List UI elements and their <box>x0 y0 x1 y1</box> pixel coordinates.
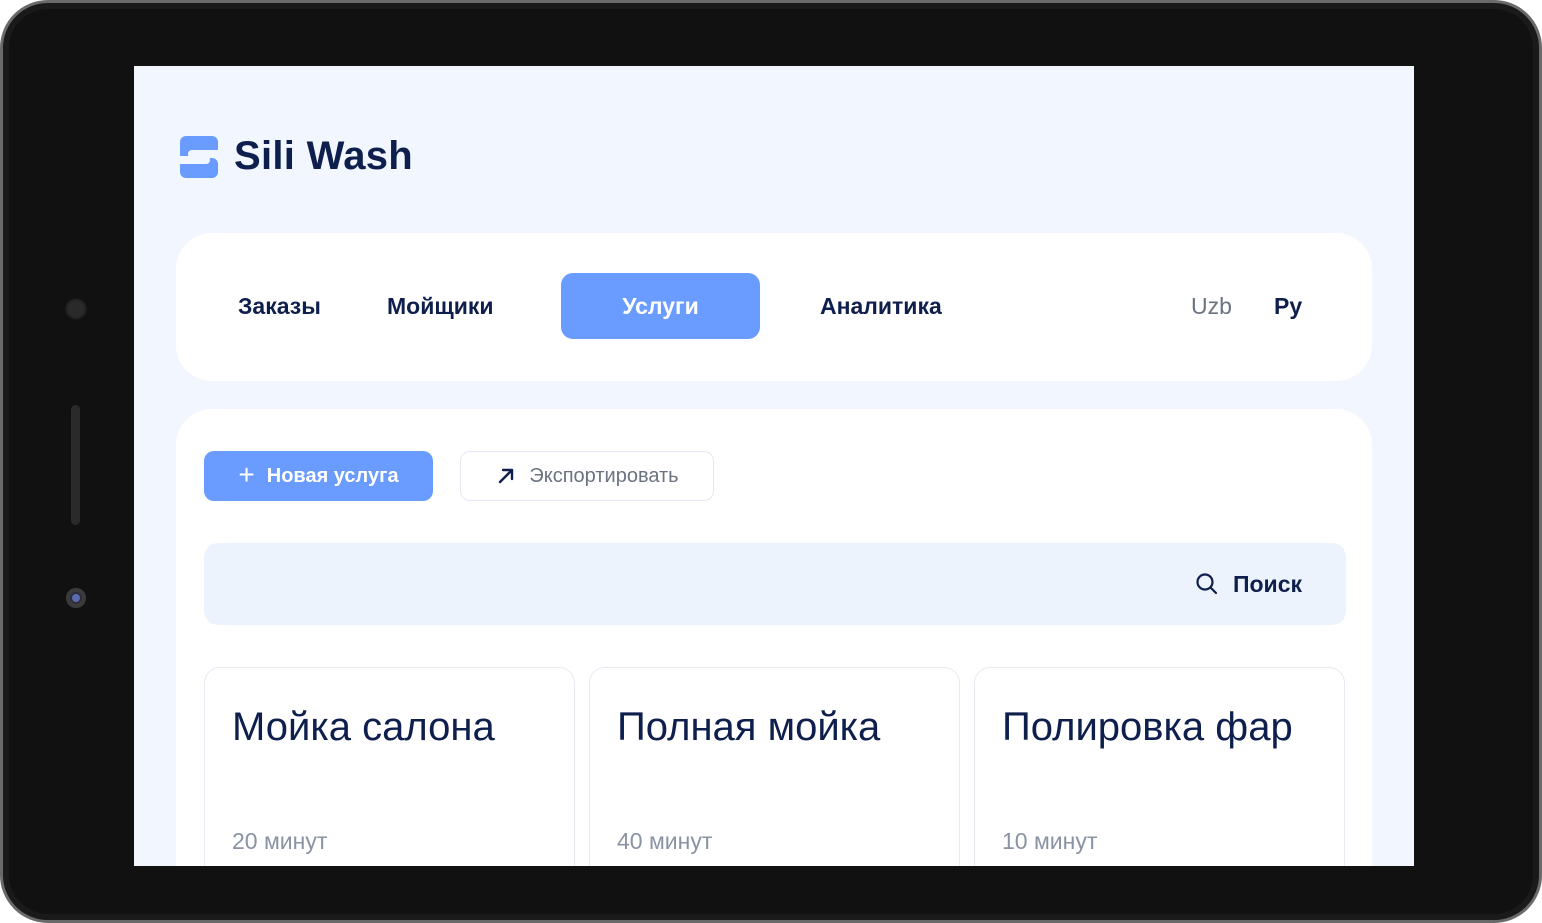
app-name: Sili Wash <box>234 134 414 178</box>
tab-washers[interactable]: Мойщики <box>387 273 494 339</box>
service-duration: 10 минут <box>1002 828 1098 854</box>
camera-lens <box>66 588 86 608</box>
service-duration: 40 минут <box>617 828 713 854</box>
service-card[interactable]: Мойка салона 20 минут <box>204 667 575 866</box>
arrow-up-right-icon <box>499 468 514 484</box>
plus-icon: + <box>238 458 255 490</box>
service-title: Полировка фар <box>1002 705 1293 749</box>
services-panel: + Новая услуга Экспортировать Поиск Мойк… <box>176 409 1372 866</box>
tab-analytics[interactable]: Аналитика <box>820 273 942 339</box>
tab-orders[interactable]: Заказы <box>238 273 321 339</box>
logo[interactable]: Sili Wash <box>180 134 413 179</box>
search-icon <box>1196 573 1218 595</box>
search-label: Поиск <box>1232 570 1302 597</box>
service-title: Полная мойка <box>617 705 881 749</box>
tablet-frame: Sili Wash Заказы Мойщики Услуги Аналитик… <box>0 0 1542 923</box>
side-slot <box>71 405 80 525</box>
search-bar[interactable]: Поиск <box>204 543 1346 625</box>
service-card[interactable]: Полировка фар 10 минут <box>974 667 1345 866</box>
new-service-button[interactable]: + Новая услуга <box>204 451 433 501</box>
new-service-label: Новая услуга <box>266 464 399 487</box>
tab-services[interactable]: Услуги <box>561 273 760 339</box>
export-button[interactable]: Экспортировать <box>460 451 714 501</box>
app-screen: Sili Wash Заказы Мойщики Услуги Аналитик… <box>134 66 1414 866</box>
search-button[interactable]: Поиск <box>1195 543 1302 625</box>
top-nav: Заказы Мойщики Услуги Аналитика Uzb Ру <box>176 233 1372 381</box>
service-title: Мойка салона <box>232 705 495 749</box>
logo-icon <box>180 135 220 178</box>
export-label: Экспортировать <box>529 464 679 487</box>
lang-ru[interactable]: Ру <box>1274 273 1302 339</box>
service-card[interactable]: Полная мойка 40 минут <box>589 667 960 866</box>
lang-uzb[interactable]: Uzb <box>1191 273 1232 339</box>
service-duration: 20 минут <box>232 828 328 854</box>
sensor-dot <box>65 298 87 320</box>
